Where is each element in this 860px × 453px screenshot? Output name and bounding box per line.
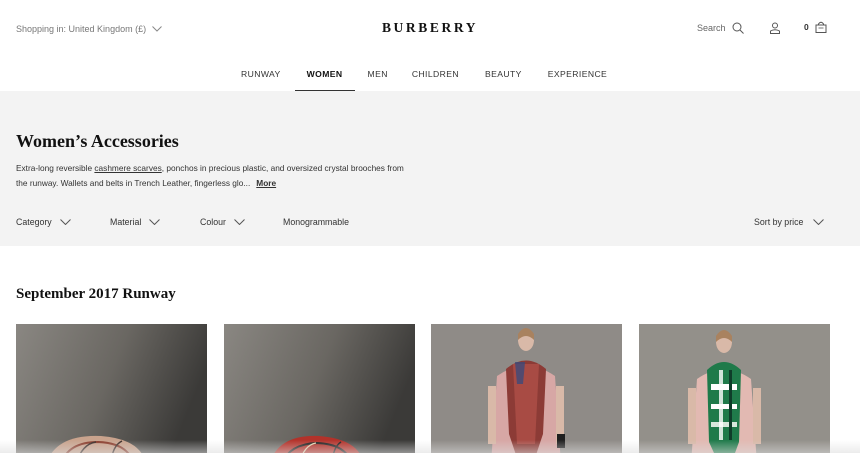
main-nav: RUNWAY WOMEN MEN CHILDREN BEAUTY EXPERIE… — [0, 58, 860, 91]
nav-item-men[interactable]: MEN — [368, 69, 388, 79]
search-label: Search — [697, 23, 726, 33]
product-card[interactable] — [224, 324, 415, 453]
product-card[interactable] — [431, 324, 622, 453]
filter-material[interactable]: Material — [110, 217, 161, 227]
top-header: Shopping in: United Kingdom (£) BURBERRY… — [0, 0, 860, 58]
bag-count: 0 — [804, 22, 809, 32]
main-nav-list: RUNWAY WOMEN MEN CHILDREN BEAUTY EXPERIE… — [241, 69, 607, 91]
description-prefix: Extra-long reversible — [16, 163, 95, 173]
sort-label: Sort by price — [754, 217, 804, 227]
section-title: September 2017 Runway — [16, 286, 176, 302]
bag-icon — [815, 21, 827, 33]
chevron-down-icon — [59, 219, 71, 225]
chevron-down-icon — [813, 219, 825, 225]
product-image — [639, 324, 830, 453]
filter-category[interactable]: Category — [16, 217, 71, 227]
nav-item-children[interactable]: CHILDREN — [412, 69, 459, 79]
product-image — [431, 324, 622, 453]
category-description: Extra-long reversible cashmere scarves, … — [16, 161, 416, 191]
account-icon[interactable] — [769, 22, 781, 34]
sort-by-price[interactable]: Sort by price — [754, 217, 825, 227]
filter-category-label: Category — [16, 217, 52, 227]
nav-item-women[interactable]: WOMEN — [294, 69, 355, 91]
category-header: Women’s Accessories Extra-long reversibl… — [0, 91, 860, 246]
chevron-down-icon — [149, 219, 161, 225]
nav-item-runway[interactable]: RUNWAY — [241, 69, 281, 79]
product-image — [224, 324, 415, 453]
nav-item-experience[interactable]: EXPERIENCE — [548, 69, 607, 79]
product-card[interactable] — [16, 324, 207, 453]
filter-colour-label: Colour — [200, 217, 226, 227]
chevron-down-icon — [234, 219, 245, 225]
cashmere-scarves-link[interactable]: cashmere scarves — [94, 163, 161, 173]
search-icon — [732, 22, 744, 34]
nav-item-beauty[interactable]: BEAUTY — [485, 69, 522, 79]
product-image — [16, 324, 207, 453]
search-button[interactable]: Search — [697, 22, 744, 34]
filter-monogrammable-label: Monogrammable — [283, 217, 350, 227]
product-grid — [16, 324, 846, 453]
more-link[interactable]: More — [256, 178, 276, 188]
shopping-bag-button[interactable]: 0 — [804, 21, 827, 33]
page-title: Women’s Accessories — [16, 131, 179, 151]
filter-colour[interactable]: Colour — [200, 217, 245, 227]
filter-material-label: Material — [110, 217, 142, 227]
product-card[interactable] — [639, 324, 830, 453]
filter-monogrammable[interactable]: Monogrammable — [283, 217, 349, 227]
